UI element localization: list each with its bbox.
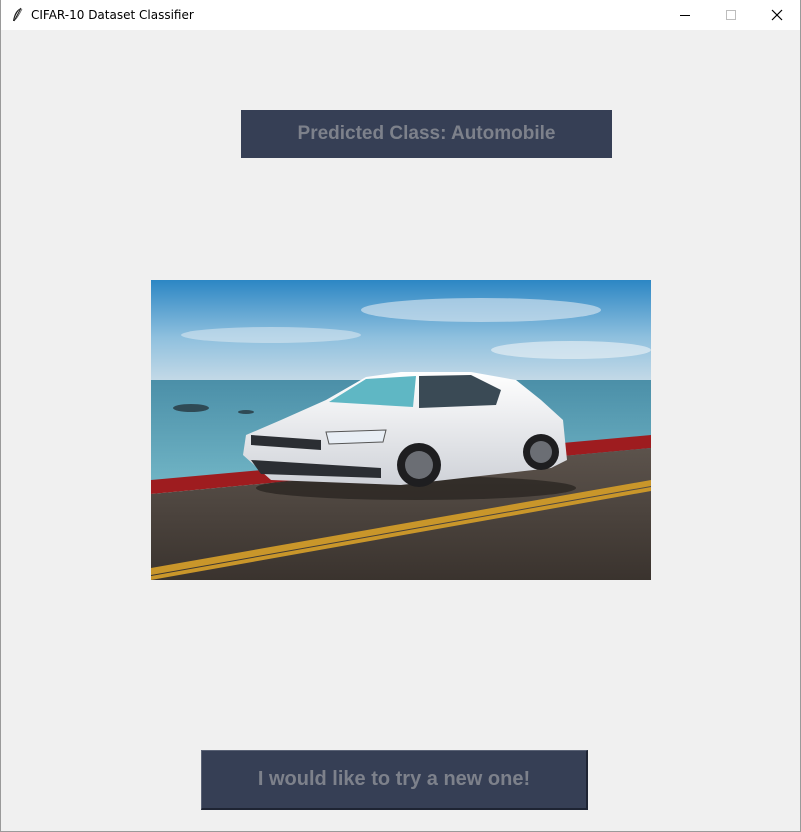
- minimize-button[interactable]: [662, 0, 708, 30]
- try-new-button[interactable]: I would like to try a new one!: [201, 750, 588, 810]
- predicted-class-label: Predicted Class: Automobile: [241, 110, 612, 158]
- maximize-button[interactable]: [708, 0, 754, 30]
- feather-icon: [9, 7, 25, 23]
- title-bar[interactable]: CIFAR-10 Dataset Classifier: [1, 0, 800, 30]
- close-icon: [771, 9, 783, 21]
- maximize-icon: [726, 10, 736, 20]
- minimize-icon: [680, 15, 690, 16]
- main-content: Predicted Class: Automobile I would like…: [1, 30, 800, 831]
- close-button[interactable]: [754, 0, 800, 30]
- window-controls: [662, 0, 800, 30]
- window-title: CIFAR-10 Dataset Classifier: [31, 8, 194, 22]
- app-window: CIFAR-10 Dataset Classifier Predicted Cl…: [0, 0, 801, 832]
- car-photo: [151, 280, 651, 580]
